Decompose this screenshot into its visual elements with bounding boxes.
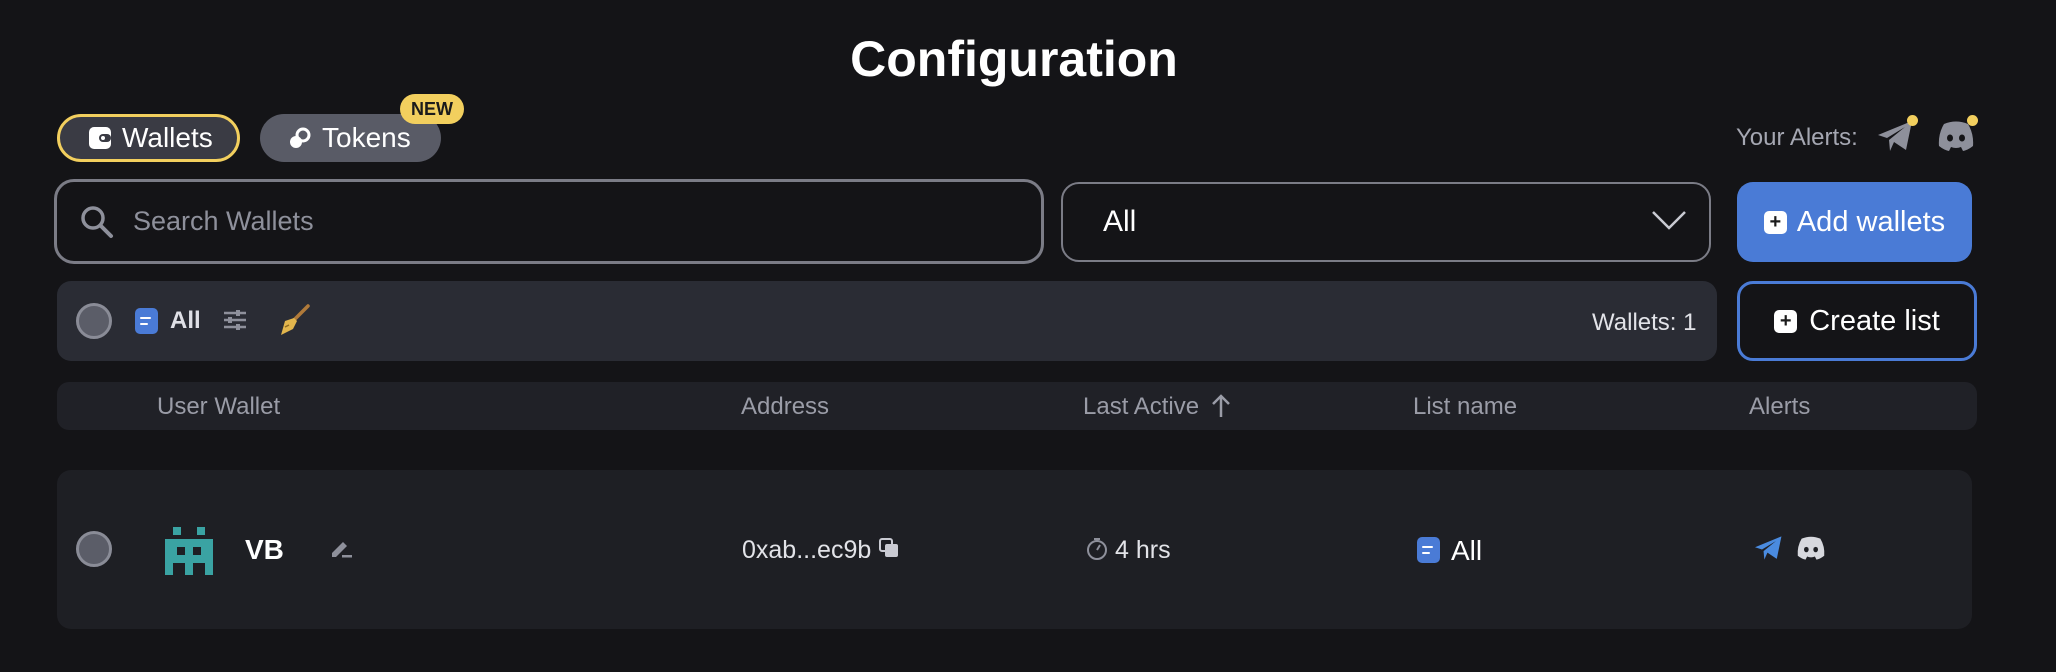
col-user-wallet[interactable]: User Wallet (157, 393, 280, 421)
wallet-count: Wallets: 1 (1592, 309, 1697, 336)
list-select[interactable]: All (1061, 182, 1711, 262)
create-list-button[interactable]: + Create list (1737, 281, 1977, 361)
wallet-icon (88, 126, 112, 150)
col-address[interactable]: Address (741, 393, 829, 421)
page-title: Configuration (850, 31, 1178, 87)
row-list-name: All (1451, 535, 1483, 566)
row-select-radio[interactable] (76, 531, 112, 567)
create-list-label: Create list (1809, 304, 1940, 337)
timer-icon (1085, 537, 1109, 566)
tab-tokens-label: Tokens (322, 122, 411, 153)
last-active-value: 4 hrs (1115, 536, 1171, 564)
search-input[interactable] (133, 206, 1041, 237)
wallet-name: VB (245, 534, 284, 565)
add-wallets-button[interactable]: + Add wallets (1737, 182, 1972, 262)
discord-icon[interactable] (1795, 534, 1827, 567)
select-all-radio[interactable] (76, 303, 112, 339)
telegram-alert-dot (1907, 115, 1918, 126)
sort-arrow-up-icon[interactable] (1211, 393, 1231, 424)
plus-icon: + (1774, 309, 1798, 333)
add-wallets-label: Add wallets (1796, 205, 1946, 238)
copy-icon[interactable] (878, 537, 900, 564)
new-badge: NEW (400, 94, 464, 124)
col-alerts: Alerts (1749, 393, 1811, 420)
edit-pencil-icon[interactable] (329, 536, 353, 565)
list-icon (135, 308, 158, 334)
chevron-down-icon (1651, 205, 1687, 239)
sliders-icon[interactable] (222, 307, 248, 338)
list-select-value: All (1103, 205, 1137, 238)
search-icon (79, 204, 115, 240)
telegram-icon[interactable] (1753, 534, 1785, 567)
tab-wallets-label: Wallets (122, 122, 213, 153)
col-last-active[interactable]: Last Active (1083, 393, 1199, 421)
list-icon (1417, 537, 1440, 563)
your-alerts-label: Your Alerts: (1736, 124, 1858, 151)
coins-icon (288, 126, 312, 150)
filter-list-label[interactable]: All (170, 307, 201, 335)
search-wallets-field[interactable] (54, 179, 1044, 264)
plus-icon: + (1763, 210, 1787, 234)
wallet-address: 0xab...ec9b (742, 536, 872, 564)
avatar (165, 527, 213, 580)
col-list-name[interactable]: List name (1413, 393, 1517, 421)
discord-alert-dot (1967, 115, 1978, 126)
table-header (57, 382, 1977, 430)
tab-wallets[interactable]: Wallets (57, 114, 240, 162)
broom-icon[interactable] (277, 303, 311, 342)
